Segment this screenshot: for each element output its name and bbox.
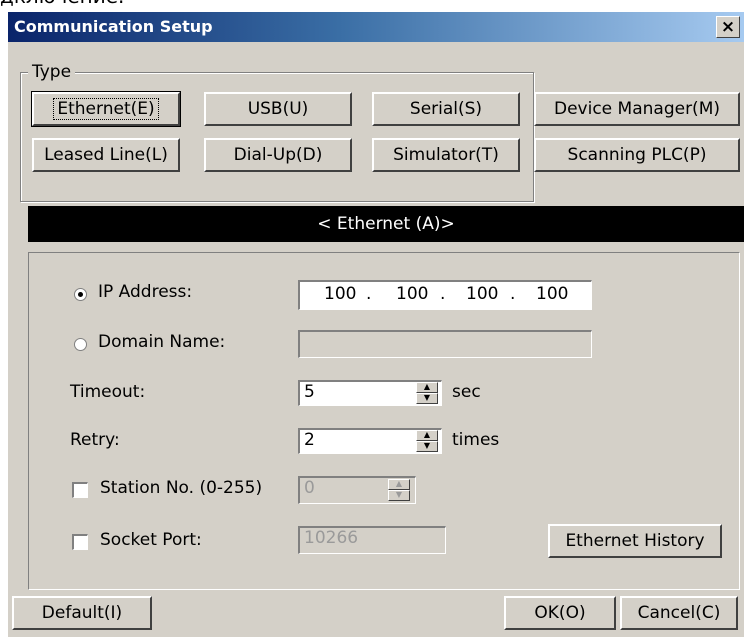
socket-port-input[interactable]: 10266 (298, 526, 446, 554)
timeout-spinner[interactable]: ▲ ▼ (416, 382, 438, 404)
station-no-label: Station No. (0-255) (100, 478, 263, 498)
spin-down-icon[interactable]: ▼ (416, 393, 438, 404)
ip-address-label: IP Address: (98, 282, 193, 302)
retry-spinner[interactable]: ▲ ▼ (416, 430, 438, 452)
ip-octet-1[interactable]: 100 (324, 284, 356, 304)
cancel-button[interactable]: Cancel(C) (620, 596, 738, 630)
ethernet-section-header: < Ethernet (A)> (28, 206, 744, 242)
radio-selected-dot (78, 292, 83, 297)
ip-octet-3[interactable]: 100 (466, 284, 498, 304)
socket-port-checkbox[interactable] (72, 534, 88, 550)
scanning-plc-button[interactable]: Scanning PLC(P) (534, 138, 740, 172)
leased-line-type-button[interactable]: Leased Line(L) (32, 138, 180, 172)
ethernet-history-button[interactable]: Ethernet History (548, 524, 722, 558)
serial-type-button[interactable]: Serial(S) (372, 92, 520, 126)
close-icon: × (720, 17, 736, 37)
dialog-title: Communication Setup (14, 17, 213, 36)
ip-address-radio[interactable] (74, 288, 87, 301)
retry-unit: times (452, 430, 500, 450)
station-no-spinner[interactable]: ▲ ▼ (388, 479, 410, 501)
timeout-unit: sec (452, 382, 481, 402)
title-bar[interactable]: Communication Setup × (8, 12, 744, 42)
retry-label: Retry: (70, 430, 120, 450)
domain-name-label: Domain Name: (98, 332, 226, 352)
close-button[interactable]: × (716, 16, 740, 38)
device-manager-button[interactable]: Device Manager(M) (534, 92, 740, 126)
domain-name-radio[interactable] (74, 338, 87, 351)
ip-dot-separator: . (510, 284, 516, 304)
spin-up-icon[interactable]: ▲ (416, 382, 438, 393)
type-group-label: Type (28, 62, 76, 82)
default-button[interactable]: Default(I) (12, 596, 152, 630)
ip-dot-separator: . (366, 284, 372, 304)
communication-setup-dialog: Communication Setup × Type Ethernet(E) U… (8, 12, 744, 637)
ethernet-type-button[interactable]: Ethernet(E) (31, 91, 181, 127)
spin-down-icon[interactable]: ▼ (388, 490, 410, 501)
ip-octet-2[interactable]: 100 (396, 284, 428, 304)
usb-type-button[interactable]: USB(U) (204, 92, 352, 126)
ip-address-field[interactable]: 100 . 100 . 100 . 100 (298, 280, 592, 310)
socket-port-label: Socket Port: (100, 530, 202, 550)
domain-name-field[interactable] (298, 330, 592, 358)
ip-dot-separator: . (440, 284, 446, 304)
simulator-type-button[interactable]: Simulator(T) (372, 138, 520, 172)
timeout-label: Timeout: (70, 382, 146, 402)
spin-down-icon[interactable]: ▼ (416, 441, 438, 452)
dial-up-type-button[interactable]: Dial-Up(D) (204, 138, 352, 172)
ip-octet-4[interactable]: 100 (536, 284, 568, 304)
ok-button[interactable]: OK(O) (504, 596, 616, 630)
cropped-background-text: дключение. (0, 0, 124, 8)
station-no-checkbox[interactable] (72, 482, 88, 498)
spin-up-icon[interactable]: ▲ (416, 430, 438, 441)
spin-up-icon[interactable]: ▲ (388, 479, 410, 490)
ethernet-type-label: Ethernet(E) (53, 98, 159, 120)
